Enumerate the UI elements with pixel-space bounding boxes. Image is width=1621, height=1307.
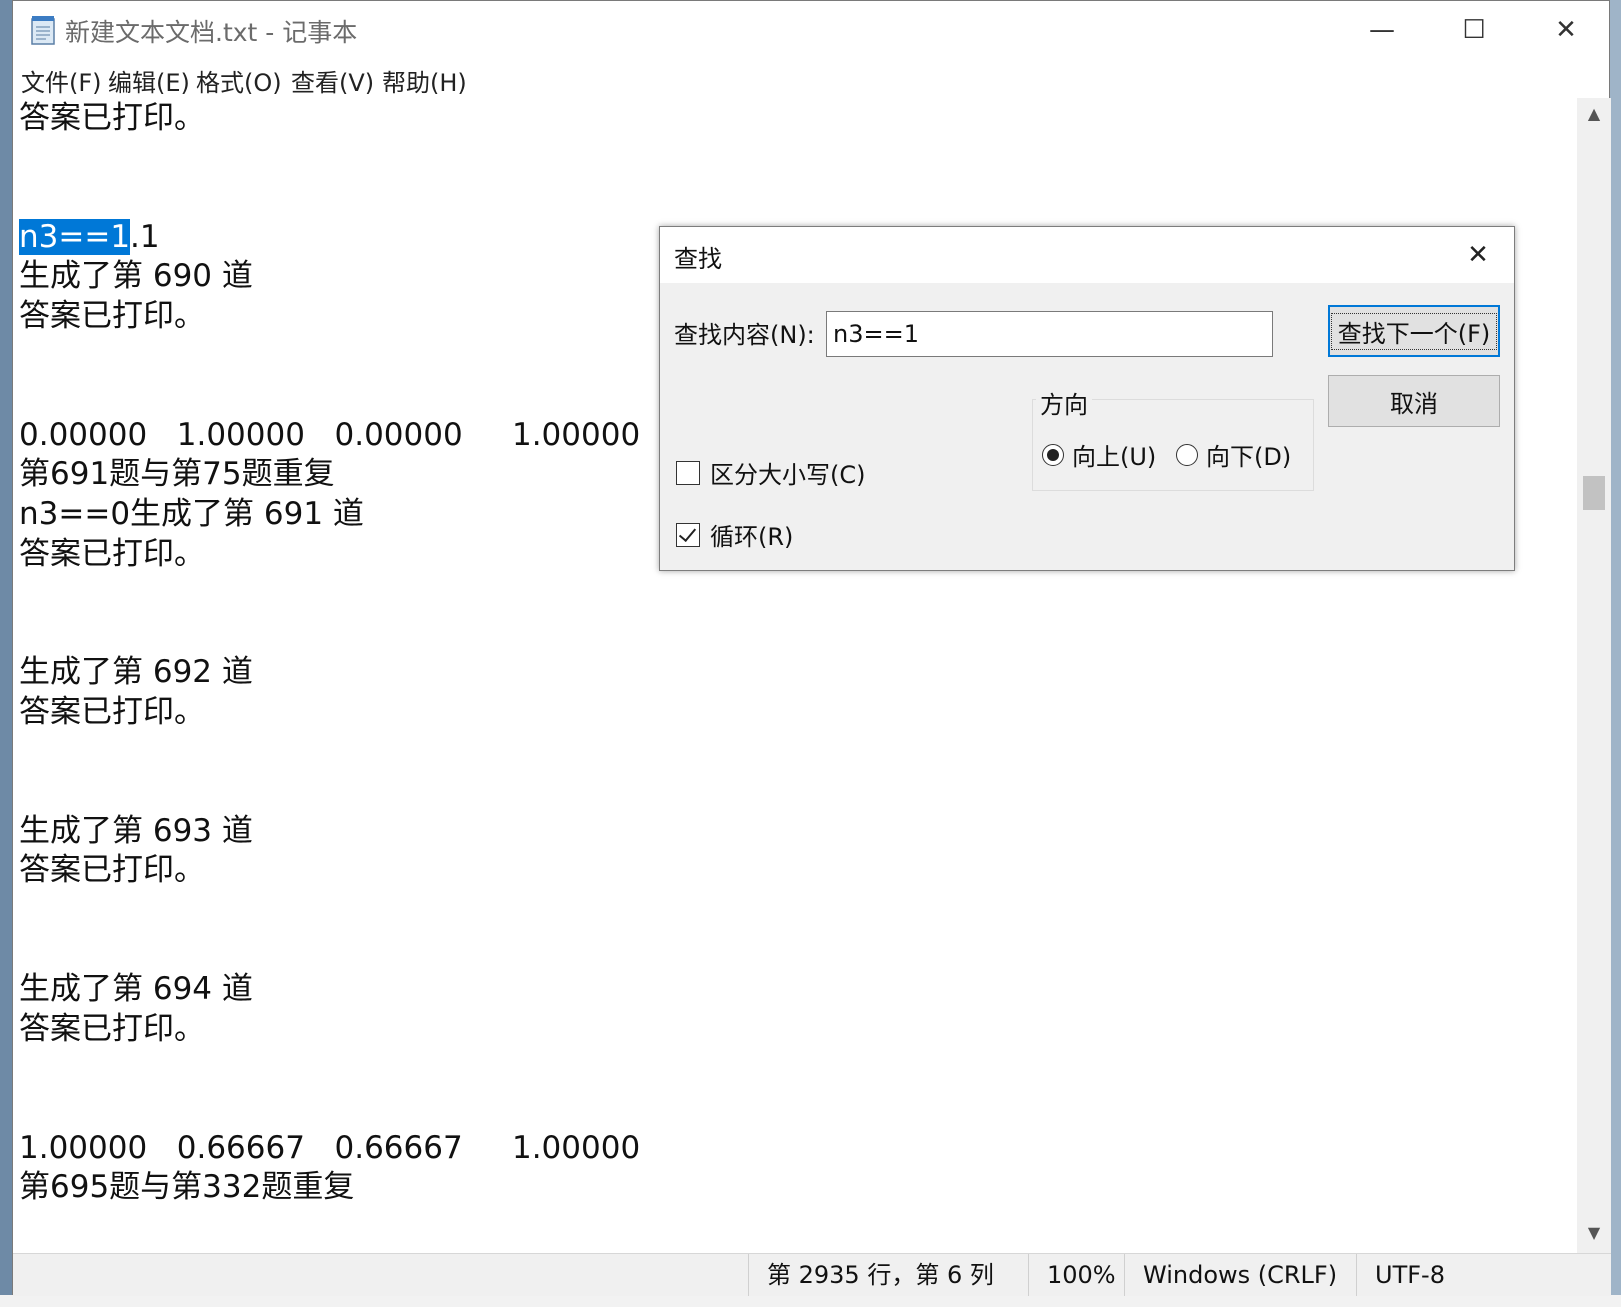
status-line-ending: Windows (CRLF) <box>1124 1254 1356 1296</box>
maximize-button[interactable]: ☐ <box>1428 1 1520 59</box>
editor-line: 答案已打印。 <box>19 298 205 334</box>
taskbar-strip <box>0 1295 1621 1307</box>
editor-line: 答案已打印。 <box>19 1010 205 1047</box>
menu-format[interactable]: 格式(O) <box>196 63 282 98</box>
editor-line: 答案已打印。 <box>19 100 205 136</box>
editor-line: 生成了第 693 道 <box>19 812 253 849</box>
vertical-scrollbar[interactable]: ▲ ▼ <box>1577 98 1611 1253</box>
editor-line: 生成了第 694 道 <box>19 971 253 1008</box>
editor-line: 第691题与第75题重复 <box>19 456 335 493</box>
editor-line: 生成了第 690 道 <box>19 258 253 295</box>
status-bar: 第 2935 行，第 6 列 100% Windows (CRLF) UTF-8 <box>13 1253 1611 1296</box>
checkbox-checked-icon <box>676 522 700 547</box>
find-dialog-title: 查找 <box>674 245 722 273</box>
status-position: 第 2935 行，第 6 列 <box>748 1254 1028 1296</box>
minimize-button[interactable]: — <box>1336 1 1428 59</box>
close-icon: ✕ <box>1467 240 1489 270</box>
scroll-thumb[interactable] <box>1583 476 1605 510</box>
minimize-icon: — <box>1369 15 1395 45</box>
match-case-label: 区分大小写(C) <box>710 461 866 489</box>
direction-up-label: 向上(U) <box>1072 443 1157 471</box>
find-dialog-titlebar[interactable]: 查找 ✕ <box>660 227 1514 283</box>
editor-line: 答案已打印。 <box>19 694 205 730</box>
notepad-icon <box>31 16 55 45</box>
notepad-window: 新建文本文档.txt - 记事本 — ☐ ✕ 文件(F) 编辑(E) 格式(O)… <box>12 0 1611 1296</box>
direction-down-radio[interactable]: 向下(D) <box>1176 437 1291 472</box>
editor-line: 第695题与第332题重复 <box>19 1169 355 1206</box>
menu-edit[interactable]: 编辑(E) <box>108 63 190 98</box>
find-dialog: 查找 ✕ 查找内容(N): 查找下一个(F) 取消 方向 向上(U) 向下(D)… <box>659 226 1515 571</box>
selected-text: n3==1 <box>19 218 131 255</box>
window-title: 新建文本文档.txt - 记事本 <box>65 18 358 47</box>
wrap-around-checkbox[interactable]: 循环(R) <box>676 517 793 552</box>
close-icon: ✕ <box>1555 15 1577 45</box>
editor-line: 生成了第 692 道 <box>19 654 253 691</box>
find-what-input[interactable] <box>826 311 1273 357</box>
scroll-up-icon[interactable]: ▲ <box>1577 104 1611 128</box>
maximize-icon: ☐ <box>1462 15 1486 45</box>
radio-empty-icon <box>1176 443 1198 466</box>
editor-line: 0.00000 1.00000 0.00000 1.00000 <box>19 416 641 453</box>
find-next-button[interactable]: 查找下一个(F) <box>1328 305 1500 357</box>
editor-line: 答案已打印。 <box>19 852 205 889</box>
wrap-around-label: 循环(R) <box>710 523 794 551</box>
title-bar[interactable]: 新建文本文档.txt - 记事本 — ☐ ✕ <box>13 1 1609 59</box>
menu-file[interactable]: 文件(F) <box>21 63 102 98</box>
find-dialog-close-button[interactable]: ✕ <box>1455 233 1501 277</box>
radio-selected-icon <box>1042 443 1064 466</box>
direction-up-radio[interactable]: 向上(U) <box>1042 437 1156 472</box>
find-what-label: 查找内容(N): <box>674 321 815 349</box>
cancel-button[interactable]: 取消 <box>1328 375 1500 427</box>
editor-line: 答案已打印。 <box>19 535 205 572</box>
editor-line: n3==1.1 <box>19 218 160 255</box>
find-next-label: 查找下一个(F) <box>1330 312 1498 350</box>
menu-bar: 文件(F) 编辑(E) 格式(O) 查看(V) 帮助(H) <box>13 59 1609 97</box>
desktop-background <box>1610 0 1621 1307</box>
direction-label: 方向 <box>1036 385 1092 420</box>
checkbox-unchecked-icon <box>676 460 700 485</box>
editor-line: n3==0生成了第 691 道 <box>19 496 364 532</box>
status-encoding: UTF-8 <box>1356 1254 1556 1296</box>
menu-view[interactable]: 查看(V) <box>291 63 374 98</box>
close-button[interactable]: ✕ <box>1520 1 1612 59</box>
editor-line: 1.00000 0.66667 0.66667 1.00000 <box>19 1129 641 1166</box>
status-zoom: 100% <box>1028 1254 1124 1296</box>
direction-down-label: 向下(D) <box>1206 443 1292 471</box>
scroll-down-icon[interactable]: ▼ <box>1577 1223 1611 1247</box>
menu-help[interactable]: 帮助(H) <box>382 63 467 98</box>
match-case-checkbox[interactable]: 区分大小写(C) <box>676 455 865 490</box>
